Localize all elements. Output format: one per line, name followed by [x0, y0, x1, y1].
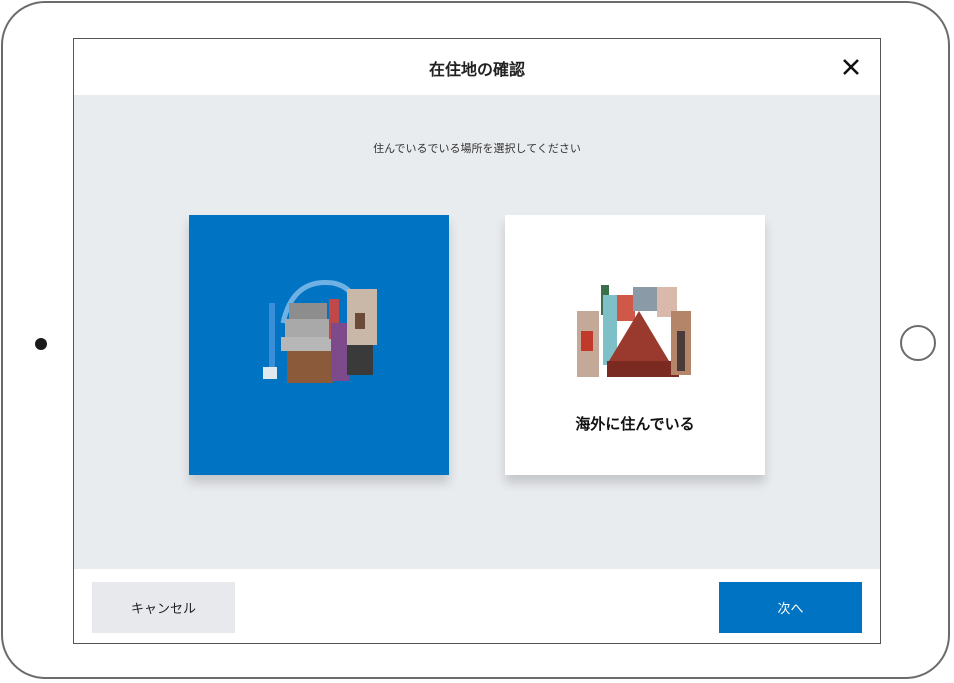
home-button[interactable]	[900, 325, 936, 361]
modal-title: 在住地の確認	[428, 60, 525, 79]
modal-header: 在住地の確認	[74, 39, 880, 95]
option-card-overseas[interactable]: 海外に住んでいる	[505, 215, 765, 475]
overseas-landmarks-illustration	[577, 285, 691, 377]
residence-modal: 在住地の確認 住んでいるでいる場所を選択してください 海外に住んでいる キャンセ…	[73, 38, 881, 644]
overseas-option-label: 海外に住んでいる	[575, 415, 695, 433]
modal-footer: キャンセル 次へ	[74, 569, 880, 643]
camera-dot	[35, 338, 47, 350]
option-card-domestic[interactable]	[189, 215, 449, 475]
close-icon[interactable]	[840, 56, 862, 78]
cancel-button[interactable]: キャンセル	[92, 582, 235, 633]
instruction-text: 住んでいるでいる場所を選択してください	[373, 142, 581, 155]
next-button[interactable]: 次へ	[719, 582, 862, 633]
japan-landmarks-illustration	[263, 280, 377, 383]
